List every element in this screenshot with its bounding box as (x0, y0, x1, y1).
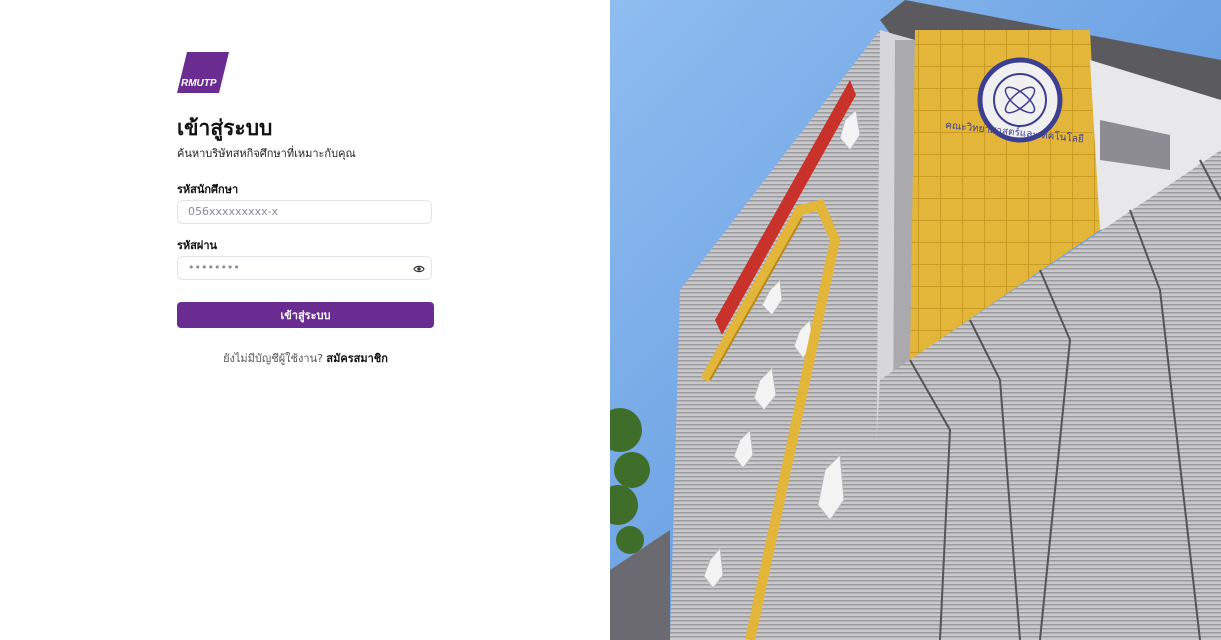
student-id-field-wrapper (177, 200, 432, 224)
signup-prompt: ยังไม่มีบัญชีผู้ใช้งาน? สมัครสมาชิก (177, 349, 434, 367)
hero-image: คณะวิทยาศาสตร์และเทคโนโลยี (610, 0, 1221, 640)
logo-text: RMUTP (181, 78, 217, 89)
eye-icon[interactable] (413, 263, 425, 275)
password-input[interactable] (188, 261, 408, 274)
page-title: เข้าสู่ระบบ (177, 116, 273, 140)
login-button[interactable]: เข้าสู่ระบบ (177, 302, 434, 328)
page-subtitle: ค้นหาบริษัทสหกิจศึกษาที่เหมาะกับคุณ (177, 147, 356, 160)
rmutp-logo: RMUTP (177, 52, 229, 93)
no-account-text: ยังไม่มีบัญชีผู้ใช้งาน? (223, 352, 323, 365)
login-panel: RMUTP เข้าสู่ระบบ ค้นหาบริษัทสหกิจศึกษาท… (0, 0, 610, 640)
password-field-wrapper (177, 256, 432, 280)
signup-link[interactable]: สมัครสมาชิก (326, 352, 388, 365)
building-photo: คณะวิทยาศาสตร์และเทคโนโลยี (610, 0, 1221, 640)
student-id-label: รหัสนักศึกษา (177, 183, 239, 196)
student-id-input[interactable] (188, 205, 408, 218)
password-label: รหัสผ่าน (177, 239, 218, 252)
